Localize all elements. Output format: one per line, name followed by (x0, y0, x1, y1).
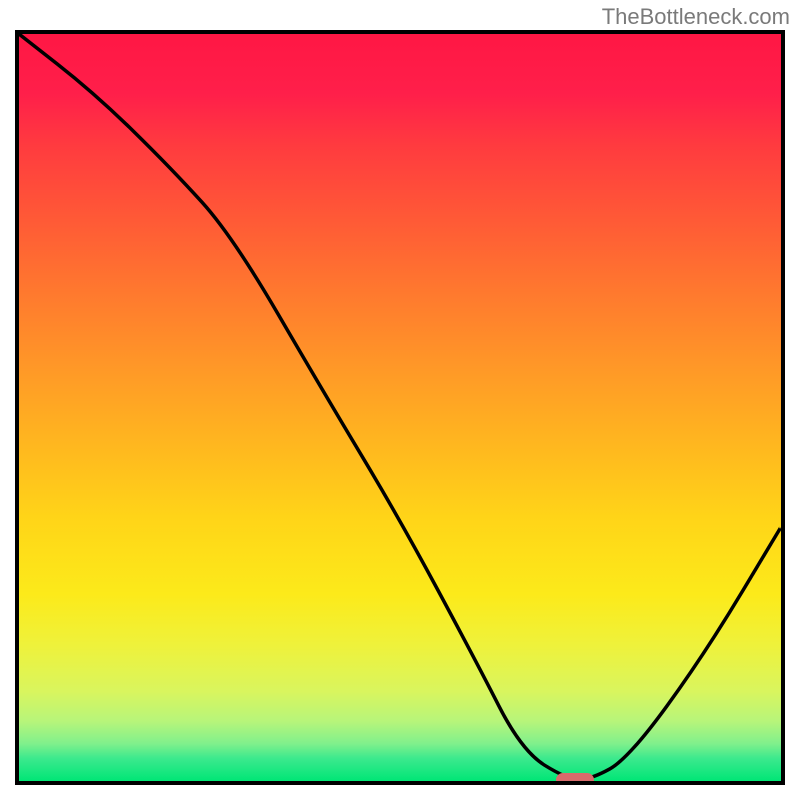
bottleneck-chart (15, 30, 785, 785)
watermark-text: TheBottleneck.com (602, 4, 790, 30)
bottleneck-minimum-marker (556, 773, 594, 786)
bottleneck-curve-path (19, 34, 781, 780)
bottleneck-curve-svg (19, 34, 781, 781)
